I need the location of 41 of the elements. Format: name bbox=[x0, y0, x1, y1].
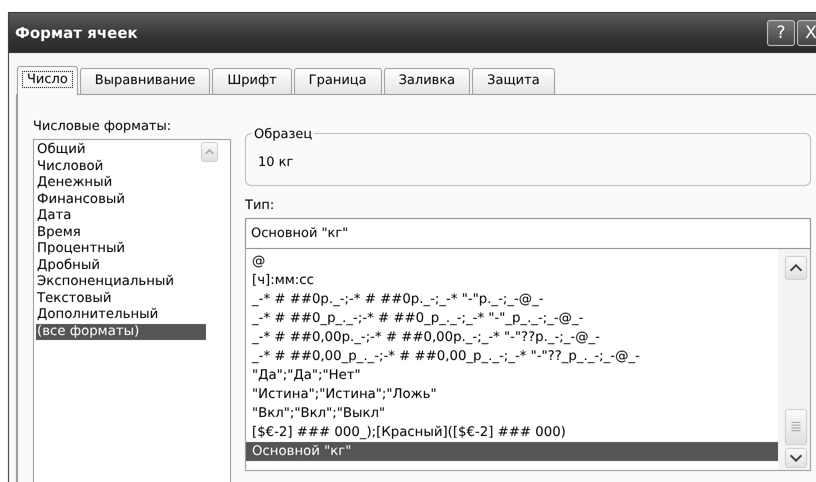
format-item[interactable]: Основной "кг" bbox=[246, 442, 778, 461]
category-item[interactable]: Числовой bbox=[36, 158, 230, 175]
category-item[interactable]: Денежный bbox=[36, 175, 230, 192]
scroll-thumb[interactable] bbox=[785, 409, 807, 445]
tab[interactable]: Граница bbox=[294, 68, 382, 94]
window-title: Формат ячеек bbox=[15, 22, 139, 44]
format-item[interactable]: "Истина";"Истина";"Ложь" bbox=[250, 385, 778, 404]
close-button[interactable]: X bbox=[797, 20, 816, 46]
list-label: Числовые форматы: bbox=[33, 119, 172, 135]
format-item[interactable]: @ bbox=[250, 252, 778, 271]
format-item[interactable]: [$€-2] ### 000_);[Красный]([$€-2] ### 000) bbox=[250, 423, 778, 442]
category-item[interactable]: Дробный bbox=[36, 258, 230, 274]
category-item[interactable]: Дата bbox=[36, 208, 230, 224]
scroll-down-icon[interactable] bbox=[785, 448, 807, 468]
scroll-up-icon[interactable] bbox=[785, 256, 807, 280]
category-item[interactable]: Дополнительный bbox=[36, 307, 230, 324]
category-item[interactable]: Время bbox=[36, 224, 230, 241]
format-item[interactable]: _-* # ##0,00р._-;-* # ##0,00р._-;_-* "-"??р._-;_-@_- bbox=[250, 328, 778, 347]
category-item[interactable]: Процентный bbox=[36, 241, 230, 258]
category-item[interactable]: (все форматы) bbox=[36, 324, 206, 340]
type-field[interactable]: Основной "кг" bbox=[245, 218, 811, 249]
format-item[interactable]: "Вкл";"Вкл";"Выкл" bbox=[250, 404, 778, 423]
category-item[interactable]: Экспоненциальный bbox=[36, 274, 230, 290]
format-item[interactable]: "Да";"Да";"Нет" bbox=[250, 366, 778, 385]
category-list[interactable]: Общий Числовой Денежный Финансовый Дата Время Процентный Дробный Экспоненциальный Текстовый Дополнительный (все форматы) bbox=[33, 139, 231, 482]
format-item[interactable]: [ч]:мм:сс bbox=[250, 271, 778, 290]
format-item[interactable]: _-* # ##0р._-;-* # ##0р._-;_-* "-"р._-;_-@_- bbox=[250, 290, 778, 309]
help-button[interactable]: ? bbox=[767, 20, 795, 46]
tab[interactable]: Число bbox=[17, 66, 78, 95]
tab[interactable]: Защита bbox=[472, 68, 555, 94]
tab[interactable]: Заливка bbox=[384, 68, 470, 94]
category-item[interactable]: Финансовый bbox=[36, 192, 230, 208]
category-item[interactable]: Общий bbox=[36, 142, 230, 158]
format-item[interactable]: _-* # ##0_р_._-;-* # ##0_р_._-;_-* "-"_р_._-;_-@_- bbox=[250, 309, 778, 328]
type-label: Тип: bbox=[245, 198, 276, 214]
format-item[interactable]: _-* # ##0,00_р_._-;-* # ##0,00_р_._-;_-* "-"??_р_._-;_-@_- bbox=[250, 347, 778, 366]
tab[interactable]: Выравнивание bbox=[80, 68, 210, 94]
format-list[interactable] bbox=[245, 249, 811, 471]
sample-value: 10 кг bbox=[258, 155, 294, 170]
category-item[interactable]: Текстовый bbox=[36, 290, 230, 307]
tab[interactable]: Шрифт bbox=[212, 68, 292, 94]
